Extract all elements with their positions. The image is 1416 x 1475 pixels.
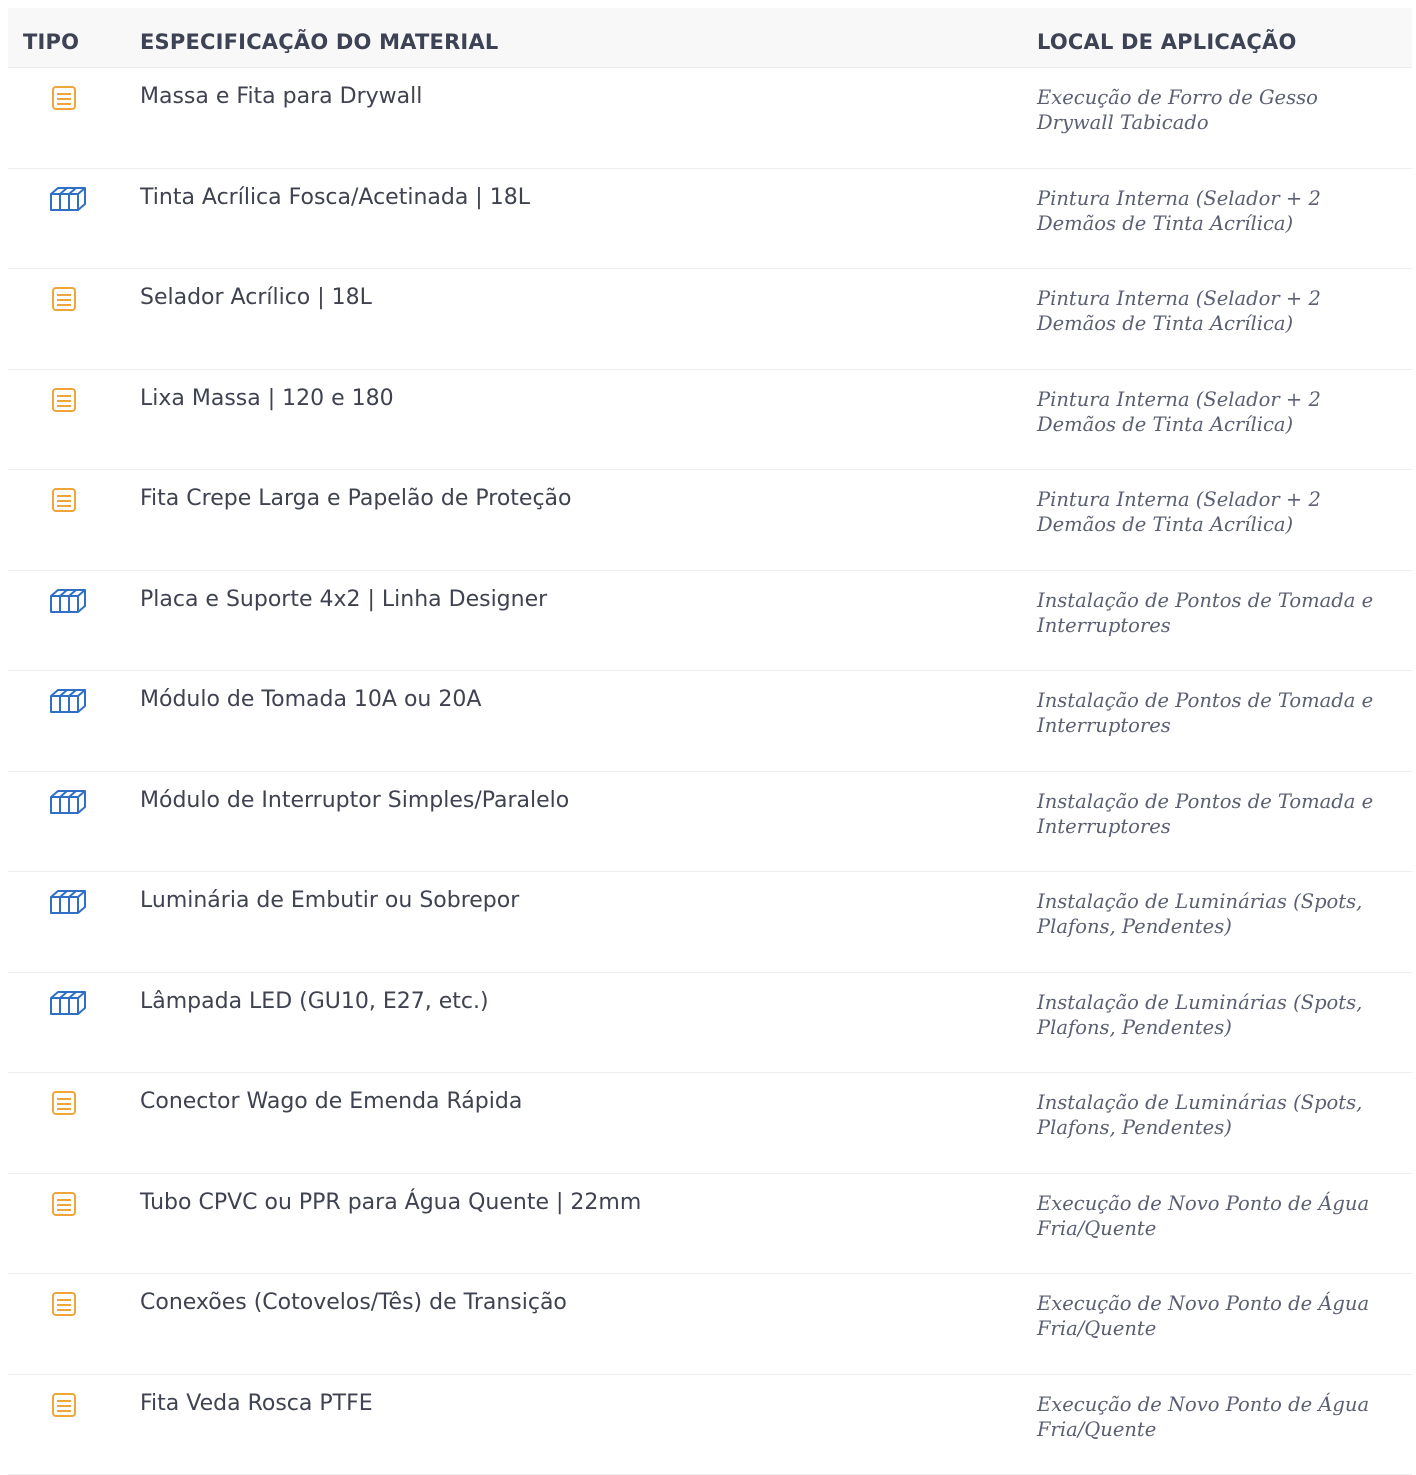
application-location: Pintura Interna (Selador + 2 Demãos de T… xyxy=(1037,387,1387,437)
box-icon xyxy=(48,788,88,816)
application-location: Execução de Novo Ponto de Água Fria/Quen… xyxy=(1037,1291,1387,1341)
material-spec: Módulo de Tomada 10A ou 20A xyxy=(140,687,481,712)
table-row: Placa e Suporte 4x2 | Linha Designer Inst… xyxy=(8,571,1412,672)
material-spec: Conexões (Cotovelos/Tês) de Transição xyxy=(140,1290,567,1315)
table-row: Selador Acrílico | 18L Pintura Interna (S… xyxy=(8,269,1412,370)
header-tipo: TIPO xyxy=(23,30,79,54)
table-row: Fita Veda Rosca PTFE Execução de Novo Pon… xyxy=(8,1375,1412,1475)
table-row: Módulo de Interruptor Simples/Paralelo In… xyxy=(8,772,1412,873)
application-location: Execução de Novo Ponto de Água Fria/Quen… xyxy=(1037,1191,1387,1241)
application-location: Pintura Interna (Selador + 2 Demãos de T… xyxy=(1037,286,1387,336)
document-icon xyxy=(50,84,90,112)
table-row: Módulo de Tomada 10A ou 20A Instalação de… xyxy=(8,671,1412,772)
material-spec: Fita Crepe Larga e Papelão de Proteção xyxy=(140,486,571,511)
table-row: Luminária de Embutir ou Sobrepor Instalaç… xyxy=(8,872,1412,973)
table-row: Tubo CPVC ou PPR para Água Quente | 22mm… xyxy=(8,1174,1412,1275)
table-row: Conexões (Cotovelos/Tês) de Transição Exe… xyxy=(8,1274,1412,1375)
box-icon xyxy=(48,687,88,715)
document-icon xyxy=(50,386,90,414)
application-location: Pintura Interna (Selador + 2 Demãos de T… xyxy=(1037,487,1387,537)
header-especificacao: ESPECIFICAÇÃO DO MATERIAL xyxy=(140,30,498,54)
document-icon xyxy=(50,1290,90,1318)
material-spec: Conector Wago de Emenda Rápida xyxy=(140,1089,522,1114)
document-icon xyxy=(50,285,90,313)
document-icon xyxy=(50,486,90,514)
material-spec: Lixa Massa | 120 e 180 xyxy=(140,386,394,411)
document-icon xyxy=(50,1391,90,1419)
application-location: Instalação de Luminárias (Spots, Plafons… xyxy=(1037,990,1387,1040)
material-spec: Tubo CPVC ou PPR para Água Quente | 22mm xyxy=(140,1190,641,1215)
materials-table: TIPO ESPECIFICAÇÃO DO MATERIAL LOCAL DE … xyxy=(8,8,1412,1475)
application-location: Instalação de Pontos de Tomada e Interru… xyxy=(1037,789,1387,839)
box-icon xyxy=(48,989,88,1017)
table-row: Fita Crepe Larga e Papelão de Proteção Pi… xyxy=(8,470,1412,571)
box-icon xyxy=(48,587,88,615)
table-row: Tinta Acrílica Fosca/Acetinada | 18L Pint… xyxy=(8,169,1412,270)
material-spec: Fita Veda Rosca PTFE xyxy=(140,1391,373,1416)
table-row: Conector Wago de Emenda Rápida Instalação… xyxy=(8,1073,1412,1174)
application-location: Instalação de Pontos de Tomada e Interru… xyxy=(1037,588,1387,638)
table-body: Massa e Fita para Drywall Execução de For… xyxy=(8,68,1412,1475)
material-spec: Lâmpada LED (GU10, E27, etc.) xyxy=(140,989,489,1014)
table-row: Lixa Massa | 120 e 180 Pintura Interna (S… xyxy=(8,370,1412,471)
box-icon xyxy=(48,185,88,213)
document-icon xyxy=(50,1190,90,1218)
document-icon xyxy=(50,1089,90,1117)
application-location: Pintura Interna (Selador + 2 Demãos de T… xyxy=(1037,186,1387,236)
material-spec: Luminária de Embutir ou Sobrepor xyxy=(140,888,519,913)
application-location: Instalação de Luminárias (Spots, Plafons… xyxy=(1037,1090,1387,1140)
table-header: TIPO ESPECIFICAÇÃO DO MATERIAL LOCAL DE … xyxy=(8,8,1412,68)
material-spec: Placa e Suporte 4x2 | Linha Designer xyxy=(140,587,547,612)
material-spec: Massa e Fita para Drywall xyxy=(140,84,422,109)
header-local: LOCAL DE APLICAÇÃO xyxy=(1037,30,1297,54)
application-location: Execução de Forro de Gesso Drywall Tabic… xyxy=(1037,85,1387,135)
application-location: Instalação de Pontos de Tomada e Interru… xyxy=(1037,688,1387,738)
table-row: Massa e Fita para Drywall Execução de For… xyxy=(8,68,1412,169)
application-location: Instalação de Luminárias (Spots, Plafons… xyxy=(1037,889,1387,939)
material-spec: Selador Acrílico | 18L xyxy=(140,285,372,310)
material-spec: Tinta Acrílica Fosca/Acetinada | 18L xyxy=(140,185,530,210)
table-row: Lâmpada LED (GU10, E27, etc.) Instalação … xyxy=(8,973,1412,1074)
application-location: Execução de Novo Ponto de Água Fria/Quen… xyxy=(1037,1392,1387,1442)
material-spec: Módulo de Interruptor Simples/Paralelo xyxy=(140,788,569,813)
box-icon xyxy=(48,888,88,916)
